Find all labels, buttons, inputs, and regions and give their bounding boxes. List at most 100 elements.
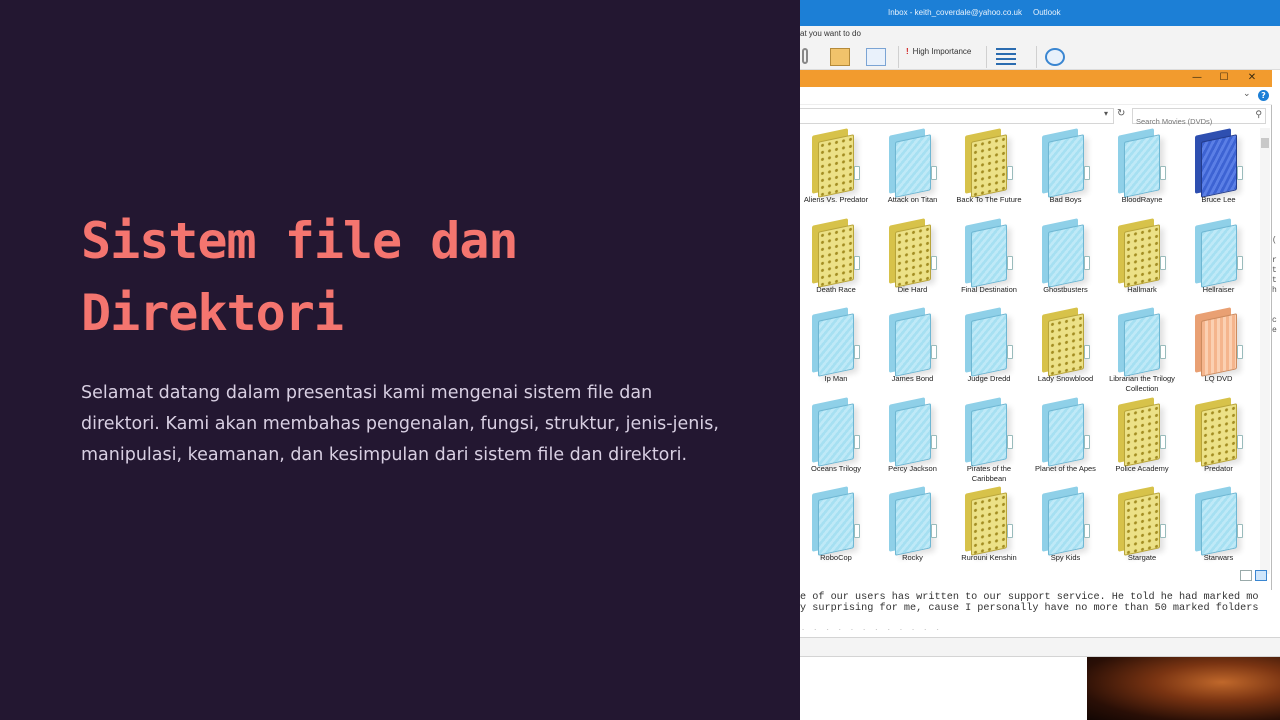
refresh-icon[interactable]: ↻ — [1117, 108, 1125, 119]
envelope-icon[interactable] — [830, 48, 850, 66]
tell-me-bar[interactable]: at you want to do — [800, 26, 1280, 42]
pen-icon[interactable] — [866, 48, 886, 66]
folder-item[interactable]: Pirates of the Caribbean — [951, 396, 1027, 487]
folder-item[interactable]: Oceans Trilogy — [800, 396, 874, 487]
folder-item[interactable]: LQ DVD — [1181, 307, 1257, 397]
folder-icon — [965, 396, 1013, 467]
folder-label: Stargate — [1127, 553, 1157, 562]
globe-icon[interactable] — [1045, 48, 1065, 66]
email-edge-char: r — [1272, 256, 1277, 265]
embedded-screenshot: Inbox - keith_coverdale@yahoo.co.uk Outl… — [800, 0, 1280, 720]
folder-item[interactable]: James Bond — [875, 307, 951, 397]
folder-icon — [1194, 217, 1243, 288]
folder-item[interactable]: RoboCop — [800, 486, 874, 576]
folder-icon — [812, 396, 860, 467]
search-box[interactable]: ⚲ — [1132, 108, 1266, 129]
help-icon[interactable]: ? — [1258, 90, 1269, 101]
folder-item[interactable]: Police Academy — [1104, 396, 1180, 487]
folder-label: Final Destination — [961, 284, 1017, 294]
email-edge-char: ( — [1272, 236, 1277, 245]
email-edge-char: h — [1272, 286, 1277, 295]
folder-icon — [888, 128, 937, 198]
folder-icon — [888, 396, 937, 467]
folder-icon — [888, 486, 937, 556]
email-edge-char: c — [1272, 316, 1277, 325]
attach-icon[interactable] — [802, 48, 808, 64]
search-icon[interactable]: ⚲ — [1255, 110, 1262, 120]
email-line: y surprising for me, cause I personally … — [800, 603, 1259, 614]
folder-label: Lady Snowblood — [1037, 374, 1094, 383]
folder-item[interactable]: Back To The Future — [951, 128, 1027, 218]
folder-label: Hellraiser — [1202, 284, 1235, 294]
folder-item[interactable]: Librarian the Trilogy Collection — [1104, 307, 1180, 397]
list-icon[interactable] — [996, 48, 1016, 66]
folder-label: Die Hard — [897, 284, 928, 294]
folder-icon — [1118, 307, 1166, 377]
folder-icon — [812, 128, 860, 198]
folder-item[interactable]: Rocky — [875, 486, 951, 576]
large-icons-view-icon[interactable] — [1255, 570, 1267, 581]
folder-item[interactable]: Ip Man — [800, 307, 874, 397]
folder-icon — [888, 217, 937, 288]
folder-icon — [1194, 396, 1243, 467]
email-line: e of our users has written to our suppor… — [800, 592, 1259, 603]
folder-item[interactable]: Aliens Vs. Predator — [800, 128, 874, 218]
close-button[interactable]: ✕ — [1239, 70, 1265, 87]
address-dropdown-icon[interactable]: ▾ — [1104, 109, 1108, 118]
scrollbar-thumb[interactable] — [1261, 138, 1269, 148]
address-bar[interactable] — [800, 108, 1114, 124]
folder-item[interactable]: Attack on Titan — [875, 128, 951, 218]
file-explorer-window: — ☐ ✕ ⌄ ? ▾ ↻ ⚲ Aliens Vs. Predator Attac… — [800, 70, 1272, 590]
folder-item[interactable]: Predator — [1181, 396, 1257, 487]
email-edge-char: e — [1272, 326, 1277, 335]
folder-item[interactable]: Judge Dredd — [951, 307, 1027, 397]
folder-item[interactable]: Lady Snowblood — [1028, 307, 1104, 397]
folder-label: Bruce Lee — [1201, 195, 1236, 204]
folder-item[interactable]: Percy Jackson — [875, 396, 951, 487]
folder-item[interactable]: Stargate — [1104, 486, 1180, 576]
folder-label: Predator — [1204, 463, 1233, 473]
folder-icon — [1041, 486, 1090, 556]
folder-label: Planet of the Apes — [1035, 463, 1096, 473]
search-input[interactable] — [1133, 114, 1251, 129]
details-view-icon[interactable] — [1240, 570, 1252, 581]
folder-item[interactable]: Bruce Lee — [1181, 128, 1257, 218]
folder-icon — [1118, 486, 1166, 556]
outlook-app-name: Outlook — [1033, 8, 1061, 17]
folder-item[interactable]: Bad Boys — [1028, 128, 1104, 218]
vertical-scrollbar[interactable] — [1260, 128, 1270, 574]
folder-item[interactable]: BloodRayne — [1104, 128, 1180, 218]
folder-label: Starwars — [1203, 553, 1234, 562]
maximize-button[interactable]: ☐ — [1211, 70, 1237, 87]
folder-icon — [1041, 128, 1090, 198]
email-edge-char — [1272, 296, 1277, 306]
folder-icon — [1041, 217, 1090, 288]
folder-item[interactable]: Final Destination — [951, 217, 1027, 308]
folder-label: Death Race — [816, 284, 856, 294]
folder-item[interactable]: Die Hard — [875, 217, 951, 308]
email-edge-char: t — [1272, 266, 1277, 275]
folder-label: James Bond — [891, 374, 934, 383]
explorer-ribbon-bar: ⌄ ? — [800, 87, 1272, 105]
folder-icon — [812, 217, 860, 288]
minimize-button[interactable]: — — [1184, 70, 1210, 87]
folder-label: Pirates of the Caribbean — [966, 463, 1012, 483]
folder-icon — [1118, 217, 1166, 288]
folder-grid: Aliens Vs. Predator Attack on Titan Back T… — [800, 128, 1260, 570]
explorer-titlebar: — ☐ ✕ — [800, 70, 1272, 87]
folder-item[interactable]: Planet of the Apes — [1028, 396, 1104, 487]
folder-item[interactable]: Spy Kids — [1028, 486, 1104, 576]
folder-item[interactable]: Starwars — [1181, 486, 1257, 576]
email-edge-char: t — [1272, 276, 1277, 285]
folder-item[interactable]: Hellraiser — [1181, 217, 1257, 308]
folder-item[interactable]: Rurouni Kenshin — [951, 486, 1027, 576]
folder-label: Rocky — [902, 553, 923, 562]
folder-item[interactable]: Ghostbusters — [1028, 217, 1104, 308]
folder-label: Judge Dredd — [967, 374, 1011, 383]
folder-item[interactable]: Death Race — [800, 217, 874, 308]
high-importance-button[interactable]: ! High Importance — [906, 47, 971, 56]
folder-label: Back To The Future — [956, 195, 1022, 204]
chevron-down-icon[interactable]: ⌄ — [1243, 89, 1251, 99]
folder-label: Aliens Vs. Predator — [803, 195, 869, 204]
folder-item[interactable]: Hallmark — [1104, 217, 1180, 308]
